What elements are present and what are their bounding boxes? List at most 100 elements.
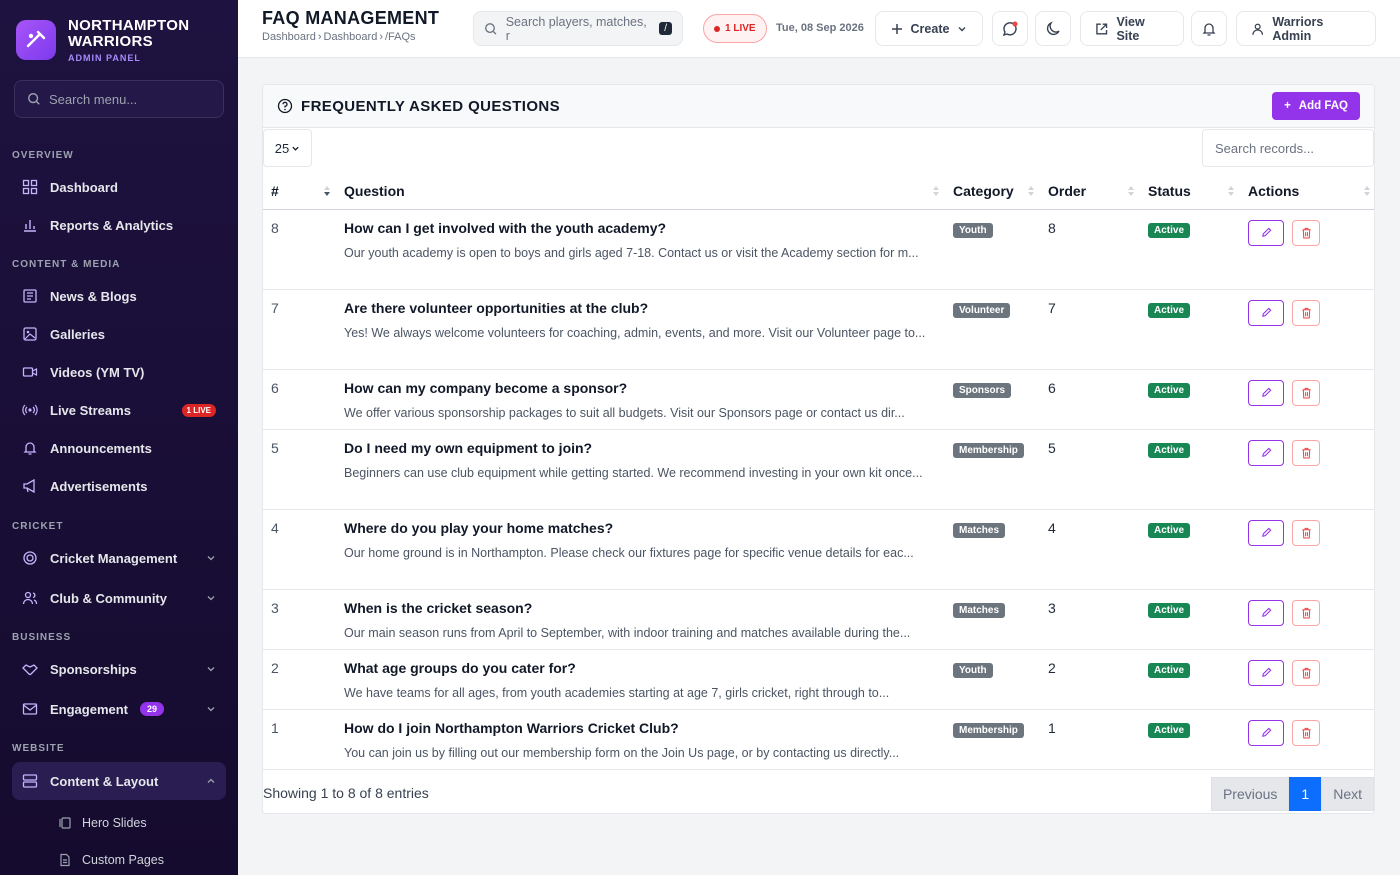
cell-id: 5 [263,429,336,510]
faq-order: 5 [1048,439,1056,456]
megaphone-icon [23,478,35,494]
sidebar-item-advertisements[interactable]: Advertisements [12,469,226,503]
cell-status: Active [1140,369,1240,430]
faq-answer: You can join us by filling out our membe… [344,745,900,760]
column-header-actions[interactable]: Actions [1240,173,1374,210]
sidebar-item-label: Content & Layout [50,773,159,789]
faq-question: Do I need my own equipment to join? [344,439,593,456]
records-search-input[interactable]: Search records... [1202,129,1374,167]
sidebar: NORTHAMPTON WARRIORS ADMIN PANEL Search … [0,0,238,875]
cell-order: 7 [1040,289,1140,370]
broadcast-icon [22,404,38,416]
edit-button[interactable] [1248,439,1284,466]
sidebar-search-input[interactable]: Search menu... [14,80,224,118]
edit-button[interactable] [1248,719,1284,746]
delete-button[interactable] [1292,719,1320,746]
page-button-current[interactable]: 1 [1289,777,1322,811]
sidebar-subitem-hero-slides[interactable]: Hero Slides [58,811,147,835]
sidebar-item-engagement[interactable]: Engagement 29 [12,692,226,726]
pencil-icon [1261,727,1271,737]
video-icon [22,367,38,377]
club-logo-icon [16,20,56,60]
notifications-button[interactable] [1191,11,1227,46]
breadcrumb: Dashboard › Dashboard › /FAQs [262,31,416,43]
faq-question: What age groups do you cater for? [344,659,576,676]
image-icon [23,327,37,341]
cell-order: 6 [1040,369,1140,430]
delete-button[interactable] [1292,219,1320,246]
cell-status: Active [1140,509,1240,590]
table-row: 5 Do I need my own equipment to join? Begi… [263,429,1374,510]
column-header-order[interactable]: Order [1040,173,1140,210]
sort-icon [1128,186,1134,196]
faq-question: How can my company become a sponsor? [344,379,628,396]
cell-status: Active [1140,589,1240,650]
live-indicator[interactable]: 1 LIVE [703,14,767,43]
edit-button[interactable] [1248,599,1284,626]
faq-order: 7 [1048,299,1056,316]
column-header-number[interactable]: # [263,173,336,210]
add-faq-button[interactable]: + Add FAQ [1272,92,1360,120]
sidebar-item-label: Reports & Analytics [50,217,174,233]
faq-id: 5 [271,439,279,456]
faq-id: 6 [271,379,279,396]
search-icon [28,93,40,105]
sidebar-item-label: Live Streams [50,402,131,418]
sidebar-item-reports[interactable]: Reports & Analytics [12,208,226,242]
cell-status: Active [1140,289,1240,370]
edit-button[interactable] [1248,299,1284,326]
create-dropdown-button[interactable]: Create [875,11,983,46]
table-row: 3 When is the cricket season? Our main sea… [263,589,1374,650]
category-badge: Matches [953,522,1006,538]
faq-table: # Question Category Order Status Actions… [263,173,1374,770]
sidebar-item-sponsorships[interactable]: Sponsorships [12,652,226,686]
edit-button[interactable] [1248,219,1284,246]
theme-toggle-button[interactable] [1035,11,1071,46]
messages-button[interactable] [992,11,1028,46]
delete-button[interactable] [1292,659,1320,686]
user-menu-button[interactable]: Warriors Admin [1236,11,1376,46]
category-badge: Membership [953,722,1024,738]
sidebar-item-cricket-management[interactable]: Cricket Management [12,541,226,575]
faq-question: Where do you play your home matches? [344,519,614,536]
delete-button[interactable] [1292,439,1320,466]
trash-icon [1301,447,1311,459]
column-header-status[interactable]: Status [1140,173,1240,210]
sidebar-item-label: Announcements [50,440,152,456]
edit-button[interactable] [1248,519,1284,546]
cell-question: When is the cricket season? Our main seas… [336,589,945,650]
delete-button[interactable] [1292,519,1320,546]
sidebar-item-label: Videos (YM TV) [50,364,145,380]
sidebar-item-live-streams[interactable]: Live Streams 1 LIVE [12,393,226,427]
cell-question: Are there volunteer opportunities at the… [336,289,945,370]
delete-button[interactable] [1292,379,1320,406]
column-header-question[interactable]: Question [336,173,945,210]
next-page-button[interactable]: Next [1321,777,1374,811]
breadcrumb-link[interactable]: Dashboard [262,31,316,43]
category-badge: Sponsors [953,382,1012,398]
column-header-category[interactable]: Category [945,173,1040,210]
cell-category: Matches [945,589,1040,650]
add-faq-label: Add FAQ [1298,100,1348,112]
sidebar-item-announcements[interactable]: Announcements [12,431,226,465]
delete-button[interactable] [1292,299,1320,326]
sidebar-item-news[interactable]: News & Blogs [12,279,226,313]
cell-question: Where do you play your home matches? Our … [336,509,945,590]
search-shortcut-key: / [659,22,672,35]
brand[interactable]: NORTHAMPTON WARRIORS ADMIN PANEL [0,0,238,80]
sidebar-subitem-custom-pages[interactable]: Custom Pages [58,848,164,872]
sidebar-item-club-community[interactable]: Club & Community [12,581,226,615]
previous-page-button[interactable]: Previous [1210,777,1290,811]
sidebar-item-dashboard[interactable]: Dashboard [12,170,226,204]
view-site-button[interactable]: View Site [1080,11,1184,46]
sidebar-item-content-layout[interactable]: Content & Layout [12,762,226,800]
global-search-input[interactable]: Search players, matches, r / [473,11,683,46]
edit-button[interactable] [1248,659,1284,686]
edit-button[interactable] [1248,379,1284,406]
delete-button[interactable] [1292,599,1320,626]
breadcrumb-link[interactable]: Dashboard [324,31,378,43]
page-length-select[interactable]: 25 [263,129,312,167]
moon-icon [1046,20,1060,35]
sidebar-item-videos[interactable]: Videos (YM TV) [12,355,226,389]
sidebar-item-galleries[interactable]: Galleries [12,317,226,351]
